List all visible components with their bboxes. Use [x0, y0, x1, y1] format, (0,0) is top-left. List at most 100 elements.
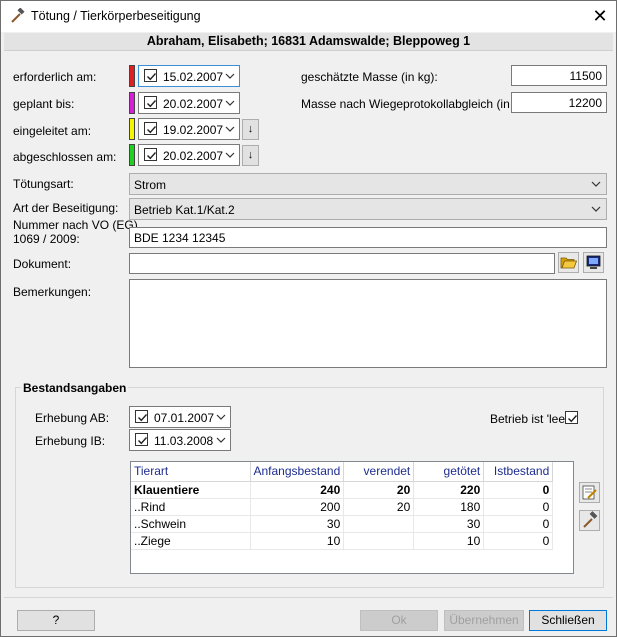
- label-abgeschlossen: abgeschlossen am:: [13, 150, 117, 164]
- bemerkungen-textarea[interactable]: [129, 279, 607, 368]
- beseitigung-value: Betrieb Kat.1/Kat.2: [134, 203, 235, 217]
- view-document-button[interactable]: [583, 252, 604, 273]
- cell-istbestand: 0: [483, 498, 554, 516]
- bestand-title: Bestandsangaben: [21, 381, 129, 395]
- label-geplant: geplant bis:: [13, 97, 75, 111]
- label-eingeleitet: eingeleitet am:: [13, 124, 92, 138]
- window-title: Tötung / Tierkörperbeseitigung: [31, 9, 201, 23]
- hammer-icon: [11, 8, 25, 23]
- cell-verendet: 20: [343, 498, 415, 516]
- apply-button[interactable]: Übernehmen: [444, 610, 524, 631]
- edit-bestand-button[interactable]: [579, 482, 600, 503]
- chevron-down-icon[interactable]: [225, 72, 235, 80]
- column-header-anfangsbestand[interactable]: Anfangsbestand: [250, 462, 345, 482]
- column-header-tierart[interactable]: Tierart: [131, 462, 251, 482]
- column-header-verendet[interactable]: verendet: [343, 462, 415, 482]
- bestand-grid[interactable]: Tierart Anfangsbestand verendet getötet …: [130, 461, 574, 574]
- geschaetzte-masse-input[interactable]: 11500: [511, 65, 607, 86]
- cell-getoetet: 30: [413, 515, 485, 533]
- label-toetungsart: Tötungsart:: [13, 177, 74, 191]
- checkbox-eingeleitet[interactable]: [144, 122, 157, 135]
- nummer-input[interactable]: BDE 1234 12345: [129, 227, 607, 248]
- beseitigung-select[interactable]: Betrieb Kat.1/Kat.2: [129, 198, 607, 220]
- hammer-icon: [583, 511, 598, 528]
- cell-istbestand: 0: [483, 515, 554, 533]
- chevron-down-icon[interactable]: [591, 205, 601, 213]
- browse-document-button[interactable]: [558, 252, 579, 273]
- cell-verendet: [343, 532, 415, 550]
- cell-verendet: [343, 515, 415, 533]
- set-date-abgeschlossen-button[interactable]: ↓: [242, 145, 259, 166]
- cell-anfangsbestand: 240: [250, 481, 345, 499]
- checkbox-erforderlich[interactable]: [144, 69, 157, 82]
- label-nummer-line2: 1069 / 2009:: [13, 232, 80, 246]
- label-betrieb-leer: Betrieb ist 'leer': [490, 412, 572, 426]
- set-date-eingeleitet-button[interactable]: ↓: [242, 119, 259, 140]
- date-eingeleitet-value: 19.02.2007: [163, 123, 224, 137]
- table-row[interactable]: ..Rind 200 20 180 0: [131, 498, 554, 516]
- checkbox-geplant[interactable]: [144, 96, 157, 109]
- label-nummer-line1: Nummer nach VO (EG): [13, 218, 138, 232]
- date-erhebung-ib[interactable]: 11.03.2008: [129, 429, 231, 451]
- bestand-table: Tierart Anfangsbestand verendet getötet …: [131, 462, 554, 550]
- toetungsart-value: Strom: [134, 178, 167, 192]
- cell-getoetet: 220: [413, 481, 485, 499]
- close-button[interactable]: Schließen: [529, 610, 607, 631]
- cell-tierart: ..Rind: [131, 498, 251, 516]
- monitor-icon: [586, 255, 601, 269]
- chevron-down-icon[interactable]: [225, 99, 235, 107]
- ok-button[interactable]: Ok: [360, 610, 438, 631]
- checkbox-abgeschlossen[interactable]: [144, 148, 157, 161]
- table-row[interactable]: Klauentiere 240 20 220 0: [131, 481, 554, 499]
- chevron-down-icon[interactable]: [591, 180, 601, 188]
- tool-bestand-button[interactable]: [579, 510, 600, 531]
- toetungsart-select[interactable]: Strom: [129, 173, 607, 195]
- checkbox-erhebung-ib[interactable]: [135, 433, 148, 446]
- label-erhebung-ab: Erhebung AB:: [35, 411, 110, 425]
- column-header-getoetet[interactable]: getötet: [413, 462, 485, 482]
- status-color-yellow: [129, 118, 135, 140]
- dokument-input[interactable]: [129, 253, 555, 274]
- chevron-down-icon[interactable]: [216, 413, 226, 421]
- chevron-down-icon[interactable]: [225, 151, 235, 159]
- date-abgeschlossen-value: 20.02.2007: [163, 149, 224, 163]
- label-bemerkungen: Bemerkungen:: [13, 285, 92, 299]
- status-color-green: [129, 144, 135, 166]
- column-header-istbestand[interactable]: Istbestand: [483, 462, 554, 482]
- cell-anfangsbestand: 200: [250, 498, 345, 516]
- date-erhebung-ab[interactable]: 07.01.2007: [129, 406, 231, 428]
- date-abgeschlossen[interactable]: 20.02.2007: [138, 144, 240, 166]
- label-dokument: Dokument:: [13, 257, 72, 271]
- label-geschaetzte-masse: geschätzte Masse (in kg):: [301, 70, 438, 84]
- date-geplant[interactable]: 20.02.2007: [138, 92, 240, 114]
- close-window-button[interactable]: ✕: [584, 1, 616, 32]
- footer-separator: [4, 597, 613, 598]
- edit-note-icon: [582, 485, 597, 500]
- cell-getoetet: 10: [413, 532, 485, 550]
- label-wiege-masse: Masse nach Wiegeprotokollabgleich (in kg…: [301, 97, 534, 111]
- date-geplant-value: 20.02.2007: [163, 97, 224, 111]
- status-color-magenta: [129, 92, 135, 114]
- cell-getoetet: 180: [413, 498, 485, 516]
- wiege-masse-input[interactable]: 12200: [511, 92, 607, 113]
- date-erforderlich[interactable]: 15.02.2007: [138, 65, 240, 87]
- date-eingeleitet[interactable]: 19.02.2007: [138, 118, 240, 140]
- table-header-row: Tierart Anfangsbestand verendet getötet …: [131, 462, 554, 482]
- cell-tierart: ..Ziege: [131, 532, 251, 550]
- chevron-down-icon[interactable]: [216, 436, 226, 444]
- date-erhebung-ab-value: 07.01.2007: [154, 411, 215, 425]
- cell-anfangsbestand: 10: [250, 532, 345, 550]
- cell-verendet: 20: [343, 481, 415, 499]
- checkbox-erhebung-ab[interactable]: [135, 410, 148, 423]
- help-button[interactable]: ?: [17, 610, 95, 631]
- dialog-window: Tötung / Tierkörperbeseitigung ✕ Abraham…: [0, 0, 617, 637]
- table-row[interactable]: ..Schwein 30 30 0: [131, 515, 554, 533]
- table-row[interactable]: ..Ziege 10 10 0: [131, 532, 554, 550]
- label-erhebung-ib: Erhebung IB:: [35, 434, 106, 448]
- cell-tierart: Klauentiere: [131, 481, 251, 499]
- folder-open-icon: [560, 257, 578, 269]
- cell-istbestand: 0: [483, 532, 554, 550]
- betrieb-leer-checkbox[interactable]: [565, 411, 578, 424]
- chevron-down-icon[interactable]: [225, 125, 235, 133]
- cell-tierart: ..Schwein: [131, 515, 251, 533]
